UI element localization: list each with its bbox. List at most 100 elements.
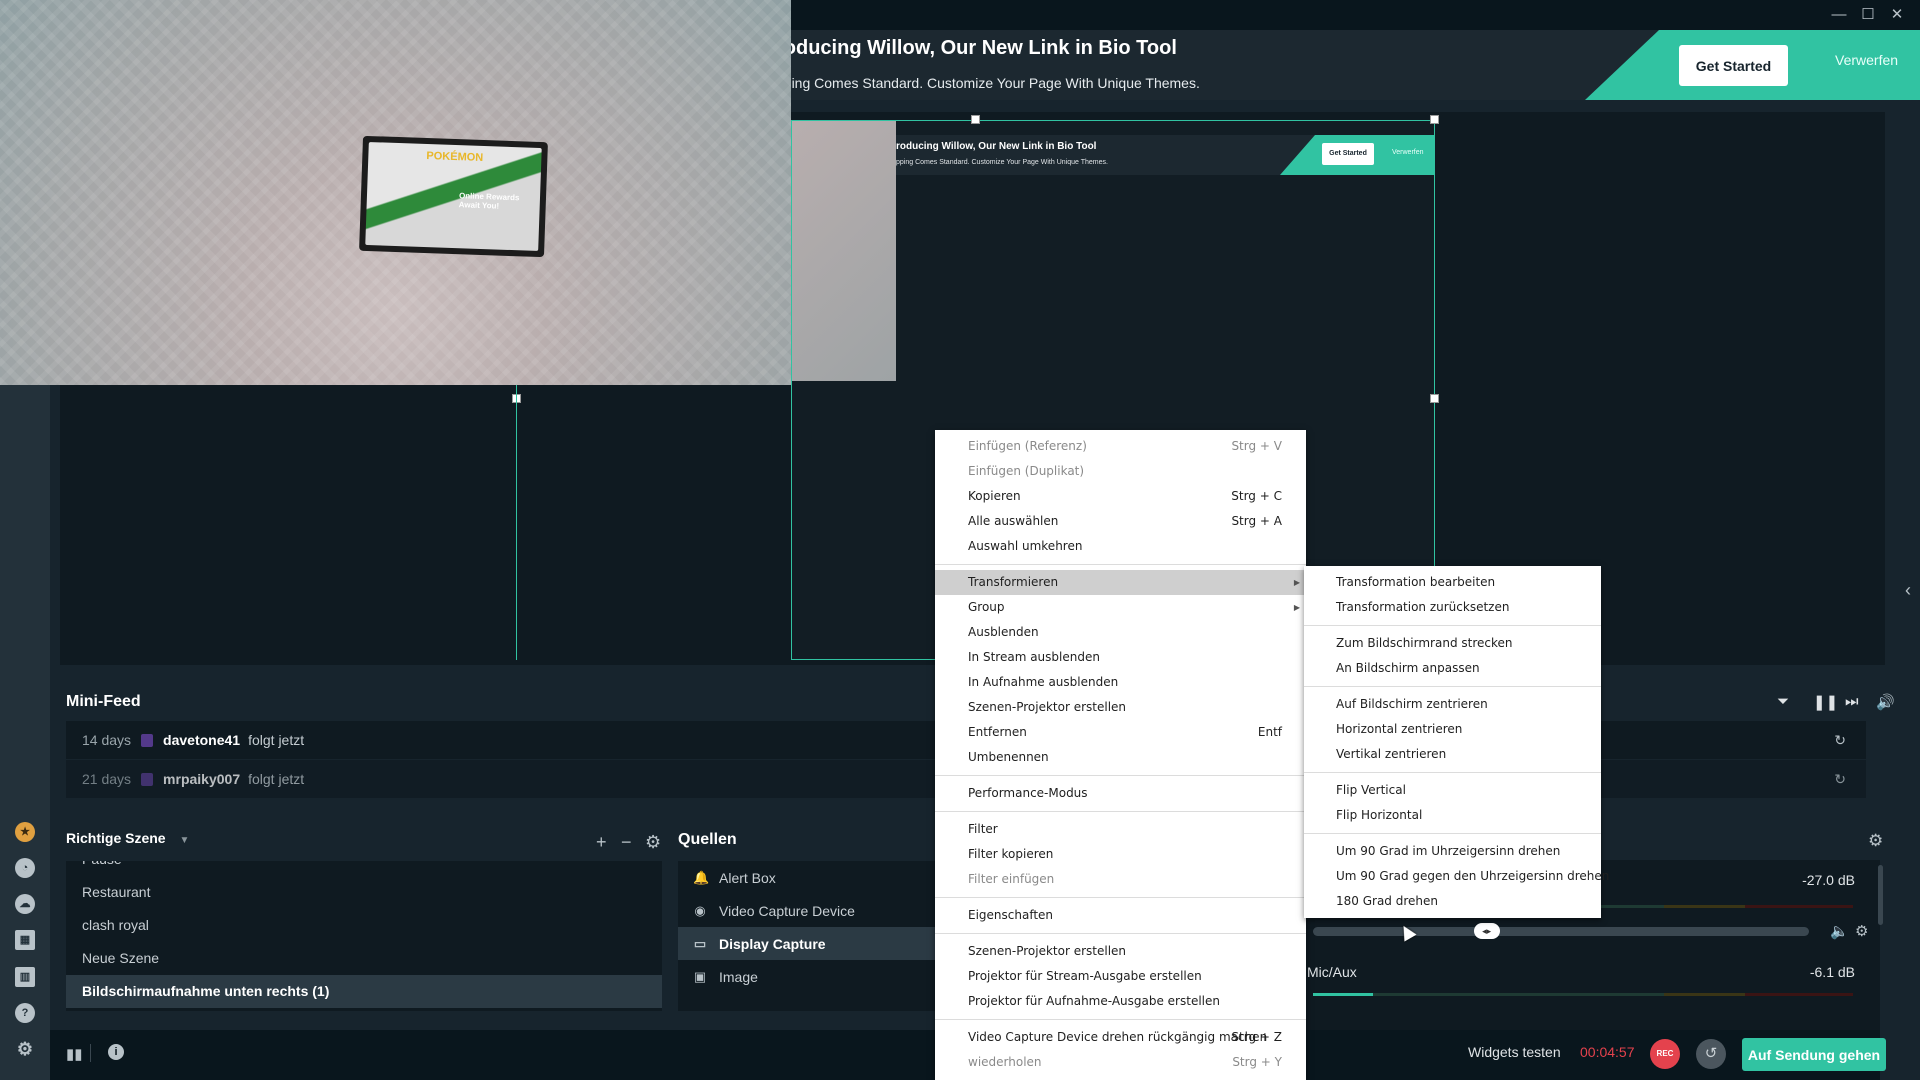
source-item[interactable]: ◉ Video Capture Device [678, 894, 938, 927]
replay-alert-icon[interactable]: ↻ [1834, 732, 1846, 749]
add-scene-button[interactable]: + [596, 832, 607, 853]
menu-item-label: Szenen-Projektor erstellen [968, 700, 1127, 714]
submenu-item[interactable]: Flip Vertical [1304, 778, 1601, 803]
submenu-item[interactable]: Horizontal zentrieren [1304, 717, 1601, 742]
filter-icon[interactable]: ⏷ [1777, 693, 1789, 710]
resize-handle-top-right[interactable] [1430, 115, 1439, 124]
menu-item-shortcut: Entf [1257, 725, 1282, 739]
context-menu-item[interactable]: Video Capture Device drehen rückgängig m… [935, 1025, 1306, 1050]
resize-handle-right[interactable] [1430, 394, 1439, 403]
submenu-item[interactable]: Um 90 Grad im Uhrzeigersinn drehen [1304, 839, 1601, 864]
replay-buffer-icon[interactable]: ↺ [1696, 1039, 1726, 1069]
source-item[interactable]: 🔔 Alert Box [678, 861, 938, 894]
context-menu-item[interactable]: Szenen-Projektor erstellen [935, 939, 1306, 964]
context-menu-item[interactable]: Szenen-Projektor erstellen [935, 695, 1306, 720]
submenu-item[interactable]: Transformation zurücksetzen [1304, 595, 1601, 620]
scene-item-active[interactable]: Bildschirmaufnahme unten rechts (1) [66, 975, 662, 1008]
transform-submenu: Transformation bearbeiten Transformation … [1304, 566, 1609, 918]
context-menu-item[interactable]: Ausblenden [935, 620, 1306, 645]
context-menu-item[interactable]: Projektor für Stream-Ausgabe erstellen [935, 964, 1306, 989]
test-widgets-button[interactable]: Widgets testen [1468, 1044, 1561, 1060]
mixer-settings-icon[interactable]: ⚙ [1868, 831, 1883, 851]
context-menu-item[interactable]: Projektor für Aufnahme-Ausgabe erstellen [935, 989, 1306, 1014]
star-badge-icon[interactable]: ★ [15, 822, 35, 842]
context-menu-item[interactable]: Kopieren Strg + C [935, 484, 1306, 509]
submenu-item[interactable]: Um 90 Grad gegen den Uhrzeigersinn drehe… [1304, 864, 1609, 889]
submenu-item[interactable]: Transformation bearbeiten [1304, 570, 1601, 595]
submenu-item[interactable]: Vertikal zentrieren [1304, 742, 1601, 767]
context-menu-item[interactable]: Group ▶ [935, 595, 1306, 620]
context-menu-item: wiederholen Strg + Y [935, 1050, 1306, 1075]
scene-collection-selector[interactable]: Richtige Szene ▼ [66, 830, 189, 846]
replay-alert-icon[interactable]: ↻ [1834, 771, 1846, 788]
context-menu-item[interactable]: Eigenschaften [935, 903, 1306, 928]
channel-name: Mic/Aux [1307, 964, 1357, 980]
menu-item-label: Alle auswählen [968, 514, 1059, 528]
feed-action: folgt jetzt [248, 732, 305, 748]
sources-title: Quellen [678, 831, 737, 848]
scene-item[interactable]: Neue Szene [66, 942, 662, 975]
studio-mode-icon[interactable]: ▥ [15, 967, 35, 987]
go-live-button[interactable]: Auf Sendung gehen [1742, 1038, 1886, 1071]
scene-item[interactable]: clash royal [66, 909, 662, 942]
help-icon[interactable]: ? [15, 1003, 35, 1023]
mute-icon[interactable]: 🔈 [1830, 922, 1849, 940]
context-menu-item[interactable]: Performance-Modus [935, 781, 1306, 806]
chat-cloud-icon[interactable]: ☁ [15, 894, 35, 914]
close-button[interactable]: ✕ [1886, 4, 1908, 26]
submenu-item[interactable]: An Bildschirm anpassen [1304, 656, 1601, 681]
menu-item-label: In Stream ausblenden [968, 650, 1100, 664]
resize-handle-top[interactable] [971, 115, 980, 124]
submenu-item[interactable]: Flip Horizontal [1304, 803, 1601, 828]
volume-slider[interactable] [1313, 927, 1809, 936]
context-menu-item[interactable]: In Stream ausblenden [935, 645, 1306, 670]
scene-item[interactable]: Pause [66, 861, 662, 876]
context-menu-item[interactable]: Auswahl umkehren [935, 534, 1306, 559]
skip-icon[interactable]: ⏭ [1845, 693, 1859, 710]
submenu-item[interactable]: Zum Bildschirmrand strecken [1304, 631, 1601, 656]
context-menu-item[interactable]: Filter kopieren [935, 842, 1306, 867]
minimize-button[interactable]: — [1828, 4, 1850, 26]
context-menu-item[interactable]: Alle auswählen Strg + A [935, 509, 1306, 534]
nested-banner-title: roducing Willow, Our New Link in Bio Too… [896, 141, 1097, 152]
get-started-button[interactable]: Get Started [1679, 45, 1788, 86]
pause-icon[interactable]: ❚❚ [1813, 693, 1838, 711]
record-button[interactable]: REC [1650, 1039, 1680, 1069]
submenu-item[interactable]: 180 Grad drehen [1304, 889, 1601, 914]
dashboard-icon[interactable]: ◔ [15, 858, 35, 878]
context-menu-item[interactable]: In Aufnahme ausblenden [935, 670, 1306, 695]
mixer-scrollbar[interactable] [1878, 865, 1883, 925]
menu-item-label: Projektor für Aufnahme-Ausgabe erstellen [968, 994, 1220, 1008]
context-menu-item[interactable]: Entfernen Entf [935, 720, 1306, 745]
info-icon[interactable]: i [108, 1044, 124, 1060]
menu-separator [1304, 833, 1601, 834]
volume-icon[interactable]: 🔊 [1876, 693, 1895, 711]
source-item[interactable]: ▣ Image [678, 960, 938, 993]
scene-item[interactable]: Restaurant [66, 876, 662, 909]
nested-dismiss: Verwerfen [1392, 149, 1424, 156]
channel-level: -27.0 dB [1802, 872, 1855, 888]
source-label: Video Capture Device [719, 902, 855, 919]
webcam-source[interactable]: POKÉMON Online Rewards Await You! [0, 0, 791, 385]
dismiss-banner-button[interactable]: Verwerfen [1835, 52, 1898, 68]
settings-icon[interactable]: ⚙ [15, 1039, 35, 1059]
volume-slider-handle[interactable]: ◂▸ [1473, 923, 1500, 939]
source-item-active[interactable]: ▭ Display Capture [678, 927, 938, 960]
stats-icon[interactable]: ▮▮ [66, 1045, 83, 1063]
menu-item-label: Einfügen (Duplikat) [968, 464, 1085, 478]
context-menu: Einfügen (Referenz) Strg + V Einfügen (Dup… [935, 430, 1306, 1080]
scene-settings-icon[interactable]: ⚙ [645, 832, 661, 853]
menu-separator [1304, 772, 1601, 773]
grid-layout-icon[interactable]: ▦ [15, 930, 35, 950]
submenu-item[interactable]: Auf Bildschirm zentrieren [1304, 692, 1601, 717]
context-menu-item[interactable]: Filter [935, 817, 1306, 842]
collapse-panel-icon[interactable]: ‹ [1905, 580, 1911, 601]
maximize-button[interactable]: ☐ [1857, 4, 1879, 26]
context-menu-item[interactable]: Umbenennen [935, 745, 1306, 770]
menu-item-shortcut: Strg + Z [1231, 1030, 1282, 1044]
channel-settings-icon[interactable]: ⚙ [1855, 922, 1868, 940]
context-menu-item: Einfügen (Duplikat) [935, 459, 1306, 484]
menu-item-label: Transformieren [968, 575, 1059, 589]
context-menu-item[interactable]: Transformieren ▶ [935, 570, 1306, 595]
remove-scene-button[interactable]: − [621, 832, 632, 853]
